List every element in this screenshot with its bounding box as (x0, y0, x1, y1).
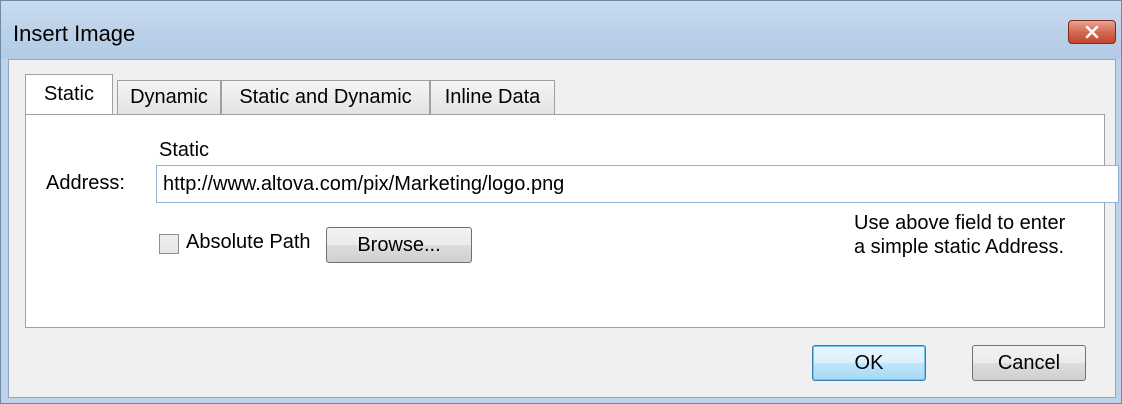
absolute-path-checkbox[interactable] (159, 234, 179, 254)
hint-line-2: a simple static Address. (854, 236, 1065, 258)
tab-static[interactable]: Static (25, 74, 113, 114)
title-bar[interactable]: Insert Image (1, 1, 1121, 59)
cancel-button[interactable]: Cancel (972, 345, 1086, 381)
tab-inline-data[interactable]: Inline Data (430, 80, 555, 114)
close-icon (1085, 25, 1099, 39)
hint-line-1: Use above field to enter (854, 212, 1066, 234)
dialog-client-area: Static Dynamic Static and Dynamic Inline… (8, 59, 1119, 398)
static-tab-panel: Static Address: Absolute Path Browse... … (25, 114, 1119, 328)
address-hint: Use above field to enter a simple static… (854, 211, 1104, 259)
address-input[interactable] (156, 165, 1119, 203)
tab-static-and-dynamic[interactable]: Static and Dynamic (221, 80, 430, 114)
address-label: Address: (46, 172, 125, 194)
dialog-title: Insert Image (13, 21, 136, 46)
browse-button[interactable]: Browse... (326, 227, 472, 263)
static-section-label: Static (159, 139, 210, 161)
absolute-path-label: Absolute Path (186, 231, 311, 253)
insert-image-dialog: Insert Image Static Dynamic Static and D… (0, 0, 1122, 404)
ok-button[interactable]: OK (812, 345, 926, 381)
tab-dynamic[interactable]: Dynamic (117, 80, 221, 114)
close-button[interactable] (1068, 20, 1116, 44)
